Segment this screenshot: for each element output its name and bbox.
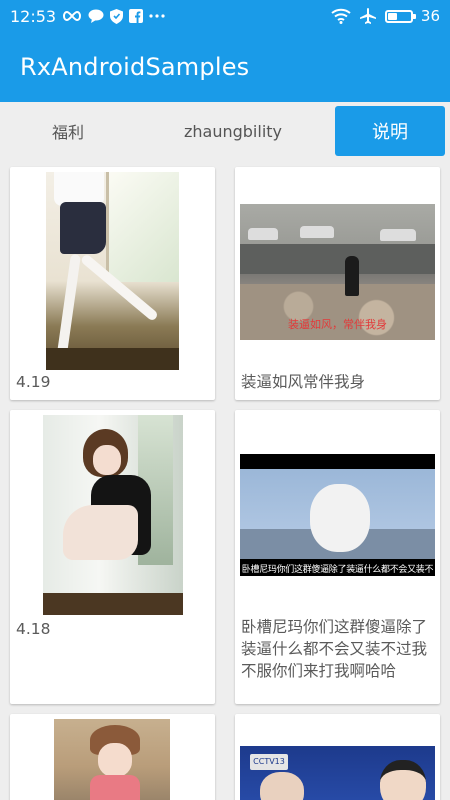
image-card[interactable]: 卧槽尼玛你们这群傻逼除了装逼什么都不会又装不过我不服你们来打我啊哈哈 卧槽尼玛你… xyxy=(235,410,440,704)
chat-bubble-icon xyxy=(88,9,104,23)
app-bar: RxAndroidSamples xyxy=(0,32,450,102)
image-caption-text: 卧槽尼玛你们这群傻逼除了装逼什么都不会又装不过我不服你们来打我啊哈哈 xyxy=(241,565,434,575)
battery-fill xyxy=(387,12,397,20)
image-caption-text: 装逼如风，常伴我身 xyxy=(288,318,387,331)
facebook-icon xyxy=(129,9,144,23)
tv-logo: CCTV13 xyxy=(250,754,288,770)
card-caption: 4.19 xyxy=(16,373,51,391)
tab-bar: 福利 zhaungbility 说明 xyxy=(0,102,450,160)
photo-girl-skirt xyxy=(46,172,179,370)
image-card[interactable]: 4.18 xyxy=(10,410,215,704)
tab-zhaungbility[interactable]: zhaungbility xyxy=(150,106,316,156)
more-dots-icon xyxy=(149,14,165,18)
photo-tv-broadcast: CCTV13 xyxy=(240,746,435,800)
image-card[interactable] xyxy=(10,714,215,800)
photo-girl-pink xyxy=(54,719,170,800)
battery-icon xyxy=(384,9,416,23)
image-card[interactable]: CCTV13 xyxy=(235,714,440,800)
app-title: RxAndroidSamples xyxy=(20,53,250,81)
card-caption: 卧槽尼玛你们这群傻逼除了装逼什么都不会又装不过我不服你们来打我啊哈哈 xyxy=(241,618,428,680)
image-grid: 4.19 装逼如风，常伴我身 装逼如风常伴我身 4.18 卧槽尼玛你们这群傻逼除… xyxy=(0,160,450,800)
airplane-icon xyxy=(359,7,377,25)
image-card[interactable]: 4.19 xyxy=(10,167,215,400)
photo-meme: 卧槽尼玛你们这群傻逼除了装逼什么都不会又装不过我不服你们来打我啊哈哈 xyxy=(240,454,435,576)
image-card[interactable]: 装逼如风，常伴我身 装逼如风常伴我身 xyxy=(235,167,440,400)
tab-fuli[interactable]: 福利 xyxy=(0,106,136,156)
photo-girl-sitting xyxy=(43,415,183,615)
infinity-icon xyxy=(62,10,82,22)
status-time: 12:53 xyxy=(10,6,57,26)
wifi-icon xyxy=(331,8,351,24)
tab-shuoming[interactable]: 说明 xyxy=(335,106,445,156)
photo-street-gif: 装逼如风，常伴我身 xyxy=(240,204,435,340)
battery-percentage: 36 xyxy=(420,7,440,25)
status-bar: 12:53 36 xyxy=(0,0,450,32)
card-caption: 4.18 xyxy=(16,620,51,638)
shield-icon xyxy=(110,8,124,24)
card-caption: 装逼如风常伴我身 xyxy=(241,373,366,391)
